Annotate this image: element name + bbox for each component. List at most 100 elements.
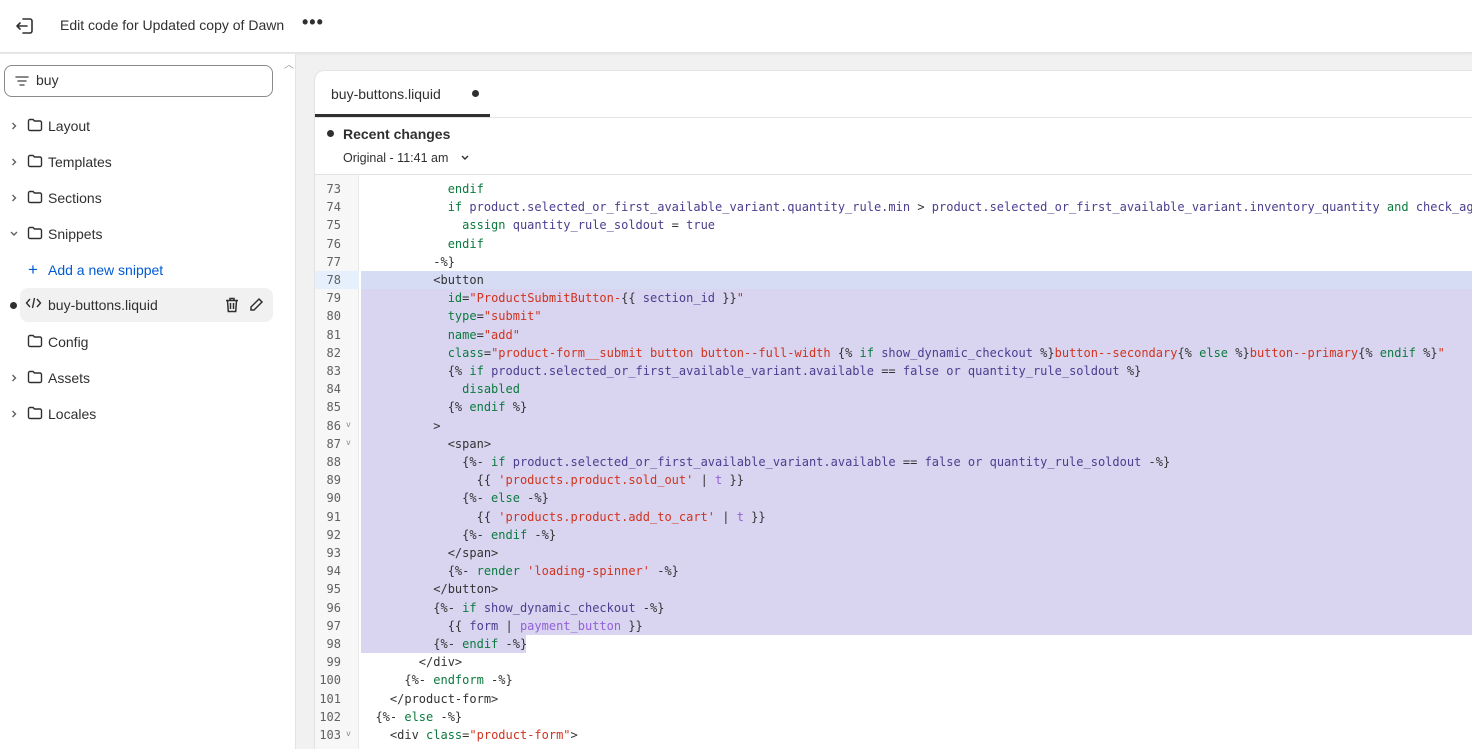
code-line[interactable]: 79 id="ProductSubmitButton-{{ section_id… <box>315 289 1472 307</box>
code-line[interactable]: 92 {%- endif -%} <box>315 526 1472 544</box>
search-input[interactable] <box>36 72 256 88</box>
code-line[interactable]: 95 </button> <box>315 580 1472 598</box>
code-token: </product-form> <box>361 691 499 706</box>
scroll-up-icon[interactable]: ︿ <box>284 56 294 71</box>
code-text: <span> <box>361 435 491 453</box>
code-token: if <box>483 455 506 469</box>
line-number: 84 <box>326 382 341 397</box>
code-token: | <box>715 509 730 524</box>
code-text: id="ProductSubmitButton-{{ section_id }}… <box>361 289 744 307</box>
code-line[interactable]: 97 {{ form | payment_button }} <box>315 617 1472 635</box>
sidebar-item-snippets[interactable]: Snippets <box>0 219 273 249</box>
line-number: 98 <box>326 637 341 651</box>
code-token: {%- <box>361 709 398 724</box>
pencil-icon[interactable] <box>249 297 264 315</box>
more-actions-button[interactable]: ••• <box>302 12 324 33</box>
chevron-right-icon[interactable] <box>9 155 19 171</box>
code-text: {% if product.selected_or_first_availabl… <box>361 362 1142 380</box>
code-line[interactable]: 86 v > <box>315 417 1472 435</box>
code-line[interactable]: 82 class="product-form__submit button bu… <box>315 344 1472 362</box>
folder-icon <box>27 226 43 243</box>
code-token: }} <box>621 618 643 633</box>
code-line[interactable]: 88 {%- if product.selected_or_first_avai… <box>315 453 1472 471</box>
code-token: button--primary <box>1249 345 1359 360</box>
code-line[interactable]: 85 {% endif %} <box>315 398 1472 416</box>
chevron-right-icon[interactable] <box>9 191 19 207</box>
sidebar-item-sections[interactable]: Sections <box>0 183 273 213</box>
code-line[interactable]: 91 {{ 'products.product.add_to_cart' | t… <box>315 508 1472 526</box>
code-line[interactable]: 74 if product.selected_or_first_availabl… <box>315 198 1472 216</box>
code-token: {% <box>361 400 463 415</box>
code-line[interactable]: 75 assign quantity_rule_soldout = true <box>315 216 1472 234</box>
code-token: %} <box>1228 345 1250 360</box>
code-editor[interactable]: 73 endif 74 if product.selected_or_first_… <box>315 174 1472 749</box>
code-token: {% <box>361 364 463 378</box>
code-line[interactable]: 89 {{ 'products.product.sold_out' | t }} <box>315 471 1472 489</box>
trash-icon[interactable] <box>225 297 239 316</box>
code-line[interactable]: 102 {%- else -%} <box>315 708 1472 726</box>
code-line[interactable]: 96 {%- if show_dynamic_checkout -%} <box>315 599 1472 617</box>
tab-buy-buttons-liquid[interactable]: buy-buttons.liquid <box>315 71 490 117</box>
code-token: assign <box>361 218 506 233</box>
code-line[interactable]: 94 {%- render 'loading-spinner' -%} <box>315 562 1472 580</box>
fold-chevron-icon[interactable]: v <box>346 729 351 738</box>
code-line[interactable]: 100 {%- endform -%} <box>315 671 1472 689</box>
sidebar-item-label: Config <box>48 334 89 350</box>
code-token: false or quantity_rule_soldout <box>917 455 1142 469</box>
code-token: class <box>426 728 463 742</box>
code-text: </div> <box>361 653 462 671</box>
code-line[interactable]: 77 -%} <box>315 253 1472 271</box>
code-line[interactable]: 76 endif <box>315 235 1472 253</box>
code-token: <span> <box>361 436 492 451</box>
sidebar-item-templates[interactable]: Templates <box>0 147 273 177</box>
exit-icon[interactable] <box>14 15 36 37</box>
code-token: {%- <box>361 527 484 542</box>
code-token: = <box>483 345 492 360</box>
code-token: %} <box>1119 364 1142 378</box>
code-token: {% <box>1177 345 1192 360</box>
code-line[interactable]: 101 </product-form> <box>315 690 1472 708</box>
code-text: type="submit" <box>361 307 542 325</box>
chevron-right-icon[interactable] <box>9 407 19 423</box>
code-line[interactable]: 99 </div> <box>315 653 1472 671</box>
fold-chevron-icon[interactable]: v <box>346 438 351 447</box>
code-line[interactable]: 103 v <div class="product-form"> <box>315 726 1472 744</box>
code-token: {%- <box>361 637 455 651</box>
sidebar-item-config[interactable]: Config <box>0 327 273 357</box>
code-line[interactable]: 80 type="submit" <box>315 307 1472 325</box>
folder-icon <box>27 154 43 171</box>
sidebar-item-buy-buttons-liquid[interactable]: buy-buttons.liquid <box>20 288 273 322</box>
code-line[interactable]: 73 endif <box>315 180 1472 198</box>
code-token: "submit" <box>483 309 542 324</box>
code-token: disabled <box>361 382 520 397</box>
code-line[interactable]: 98 {%- endif -%} <box>315 635 1472 653</box>
tab-label: buy-buttons.liquid <box>331 86 441 102</box>
sidebar-item-locales[interactable]: Locales <box>0 399 273 429</box>
code-token: == <box>895 455 918 469</box>
code-line[interactable]: 90 {%- else -%} <box>315 489 1472 507</box>
fold-chevron-icon[interactable]: v <box>346 420 351 429</box>
file-search <box>4 65 273 97</box>
code-token: button--secondary <box>1054 345 1178 360</box>
code-text: if product.selected_or_first_available_v… <box>361 198 1472 216</box>
line-number: 82 <box>326 345 341 360</box>
code-line[interactable]: 78 <button <box>315 271 1472 289</box>
code-line[interactable]: 84 disabled <box>315 380 1472 398</box>
code-line[interactable]: 87 v <span> <box>315 435 1472 453</box>
code-token: {%- <box>361 564 470 579</box>
chevron-right-icon[interactable] <box>9 119 19 135</box>
version-select[interactable]: Original - 11:41 am <box>343 151 470 165</box>
code-text: </button> <box>361 580 498 598</box>
sidebar-item-assets[interactable]: Assets <box>0 363 273 393</box>
code-line[interactable]: 93 </span> <box>315 544 1472 562</box>
chevron-down-icon[interactable] <box>9 227 19 243</box>
code-token: t <box>707 473 723 488</box>
code-token: -%} <box>527 527 557 542</box>
code-line[interactable]: 83 {% if product.selected_or_first_avail… <box>315 362 1472 380</box>
chevron-right-icon[interactable] <box>9 371 19 387</box>
sidebar-item-add-a-new-snippet[interactable]: + Add a new snippet <box>0 255 273 285</box>
sidebar-item-layout[interactable]: Layout <box>0 111 273 141</box>
code-token: render <box>469 564 520 579</box>
code-line[interactable]: 81 name="add" <box>315 326 1472 344</box>
code-token: > <box>910 200 925 215</box>
